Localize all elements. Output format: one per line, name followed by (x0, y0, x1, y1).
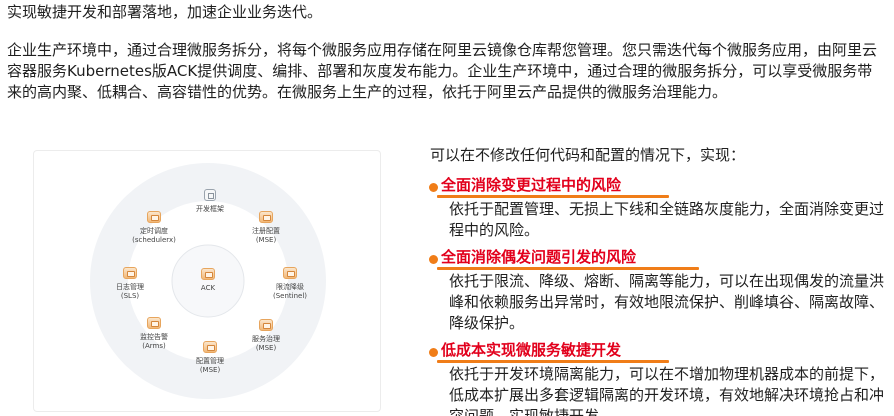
intro-paragraph: 企业生产环境中，通过合理微服务拆分，将每个微服务应用存储在阿里云镜像仓库帮您管理… (7, 41, 878, 101)
feature-change-risk: 全面消除变更过程中的风险 依托于配置管理、无损上下线和全链路灰度能力，全面消除变… (425, 175, 890, 239)
cube-icon (200, 268, 216, 281)
center-node-label: ACK (200, 284, 216, 292)
node-sublabel: (SLS) (120, 292, 140, 300)
node-label: 定时调度 (140, 227, 168, 235)
capabilities-lead: 可以在不修改任何代码和配置的情况下，实现： (430, 146, 746, 164)
title-underline (437, 267, 699, 270)
feature-incident-risk: 全面消除偶发问题引发的风险 依托于限流、降级、熔断、隔离等能力，可以在出现偶发的… (425, 247, 890, 332)
cube-icon (122, 267, 138, 280)
bullet-dot-icon (429, 183, 438, 192)
cube-icon (282, 267, 298, 280)
feature-description: 依托于开发环境隔离能力，可以在不增加物理机器成本的前提下，低成本扩展出多套逻辑隔… (449, 365, 885, 416)
feature-title: 全面消除变更过程中的风险 (441, 176, 622, 194)
feature-title: 全面消除偶发问题引发的风险 (441, 248, 637, 266)
node-label: 监控告警 (140, 333, 168, 341)
node-monitoring: 监控告警 (Arms) (109, 317, 199, 351)
center-node-ack: ACK (163, 268, 253, 293)
cube-icon (258, 319, 274, 332)
cube-icon (146, 317, 162, 330)
bullet-dot-icon (429, 255, 438, 264)
title-underline (437, 195, 669, 198)
node-sentinel: 限流降级 (Sentinel) (245, 267, 335, 301)
node-label: 开发框架 (196, 205, 224, 213)
architecture-diagram: ACK 开发框架 注册配置 (MSE) 限流降级 (Sentinel) 服务治理… (33, 150, 381, 412)
node-sublabel: (schedulerx) (132, 236, 176, 244)
cube-icon (258, 211, 274, 224)
node-label: 日志管理 (116, 283, 144, 291)
node-sublabel: (Arms) (142, 342, 166, 350)
node-label: 注册配置 (252, 227, 280, 235)
feature-title: 低成本实现微服务敏捷开发 (441, 341, 622, 359)
feature-agile-dev: 低成本实现微服务敏捷开发 依托于开发环境隔离能力，可以在不增加物理机器成本的前提… (425, 340, 890, 416)
node-label: 配置管理 (196, 357, 224, 365)
intro-title: 实现敏捷开发和部署落地，加速企业业务迭代。 (7, 3, 323, 21)
feature-description: 依托于配置管理、无损上下线和全链路灰度能力，全面消除变更过程中的风险。 (449, 200, 885, 239)
cube-icon (202, 341, 218, 354)
node-scheduler: 定时调度 (schedulerx) (109, 211, 199, 245)
box-icon (202, 189, 218, 202)
bullet-dot-icon (429, 348, 438, 357)
cube-icon (146, 211, 162, 224)
title-underline (437, 360, 669, 363)
node-sublabel: (MSE) (255, 236, 277, 244)
node-sublabel: (MSE) (199, 366, 221, 374)
node-sublabel: (Sentinel) (272, 292, 308, 300)
node-label: 限流降级 (276, 283, 304, 291)
feature-description: 依托于限流、降级、熔断、隔离等能力，可以在出现偶发的流量洪峰和依赖服务出异常时，… (449, 272, 885, 332)
node-log-management: 日志管理 (SLS) (85, 267, 175, 301)
node-registry-config: 注册配置 (MSE) (221, 211, 311, 245)
